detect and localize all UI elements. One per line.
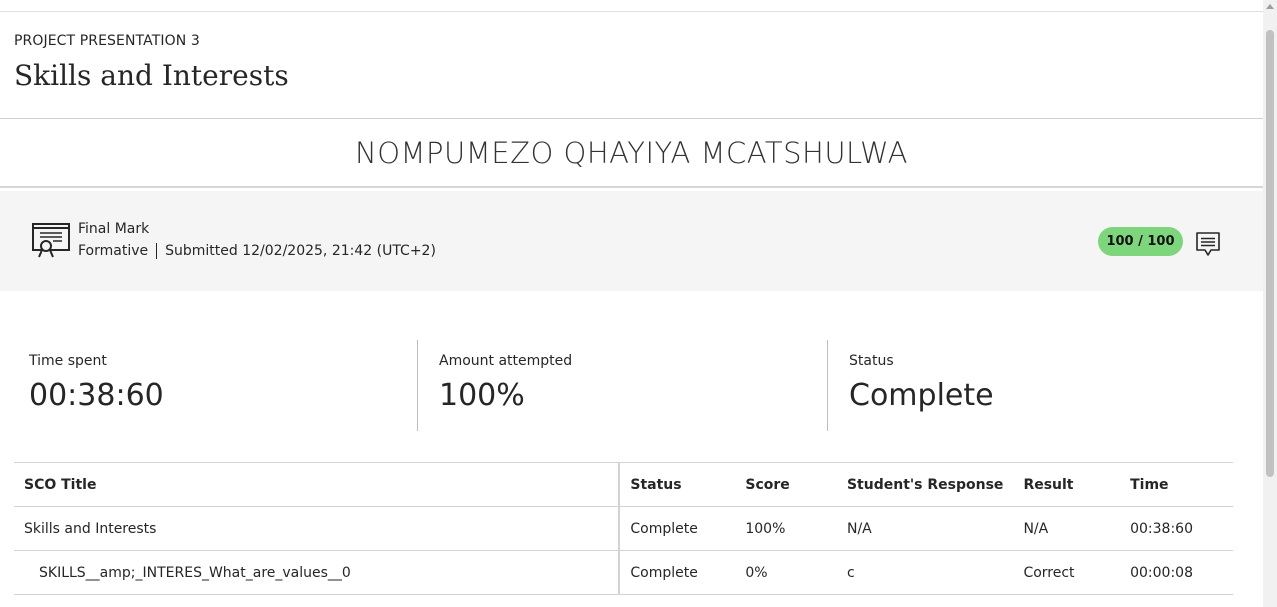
scroll-up-arrow-icon[interactable]	[1266, 4, 1274, 9]
table-row: SKILLS__amp;_INTERES_What_are_values__0 …	[14, 550, 1233, 595]
cell-sco-title: SKILLS__amp;_INTERES_What_are_values__0	[14, 550, 621, 595]
stat-value: 00:38:60	[29, 378, 164, 413]
attempt-stats: Time spent 00:38:60 Amount attempted 100…	[0, 340, 1263, 432]
table-header-row: SCO Title Status Score Student's Respons…	[14, 462, 1233, 507]
student-name: NOMPUMEZO QHAYIYA MCATSHULWA	[355, 136, 908, 170]
col-header-sco-title: SCO Title	[14, 462, 621, 507]
grade-label[interactable]: Final Mark	[78, 221, 149, 237]
cell-score: 100%	[735, 506, 837, 551]
submission-date: Submitted 12/02/2025, 21:42 (UTC+2)	[165, 243, 436, 259]
cell-result: Correct	[1013, 550, 1121, 595]
stat-divider	[827, 340, 828, 431]
cell-status: Complete	[619, 550, 736, 595]
table-row: Skills and Interests Complete 100% N/A N…	[14, 506, 1233, 551]
cell-sco-title: Skills and Interests	[14, 506, 621, 551]
cell-status: Complete	[619, 506, 736, 551]
cell-result: N/A	[1013, 506, 1121, 551]
stat-divider	[417, 340, 418, 431]
col-header-status: Status	[619, 462, 736, 507]
col-header-score: Score	[735, 462, 837, 507]
scrollbar-thumb[interactable]	[1266, 30, 1274, 477]
cell-score: 0%	[735, 550, 837, 595]
stat-label: Status	[849, 353, 894, 369]
stat-label: Time spent	[29, 353, 107, 369]
col-header-time: Time	[1120, 462, 1233, 507]
top-divider	[0, 11, 1263, 12]
title-divider	[0, 118, 1263, 119]
feedback-comment-icon[interactable]	[1195, 231, 1221, 257]
score-badge[interactable]: 100 / 100	[1098, 227, 1183, 256]
grade-meta: Formative Submitted 12/02/2025, 21:42 (U…	[78, 243, 436, 259]
grade-type: Formative	[78, 243, 149, 259]
cell-response: N/A	[836, 506, 1014, 551]
name-divider	[0, 186, 1263, 188]
cell-response: c	[836, 550, 1014, 595]
cell-time: 00:38:60	[1120, 506, 1233, 551]
meta-separator	[156, 243, 158, 259]
sco-table: SCO Title Status Score Student's Respons…	[14, 462, 1233, 595]
cell-time: 00:00:08	[1120, 550, 1233, 595]
page-title: Skills and Interests	[14, 59, 289, 92]
col-header-result: Result	[1013, 462, 1121, 507]
col-header-response: Student's Response	[836, 462, 1014, 507]
stat-value: Complete	[849, 378, 994, 413]
stat-label: Amount attempted	[439, 353, 573, 369]
breadcrumb[interactable]: PROJECT PRESENTATION 3	[14, 33, 200, 49]
grade-panel: Final Mark Formative Submitted 12/02/202…	[0, 191, 1263, 291]
stat-value: 100%	[439, 378, 525, 413]
certificate-icon	[32, 223, 70, 258]
